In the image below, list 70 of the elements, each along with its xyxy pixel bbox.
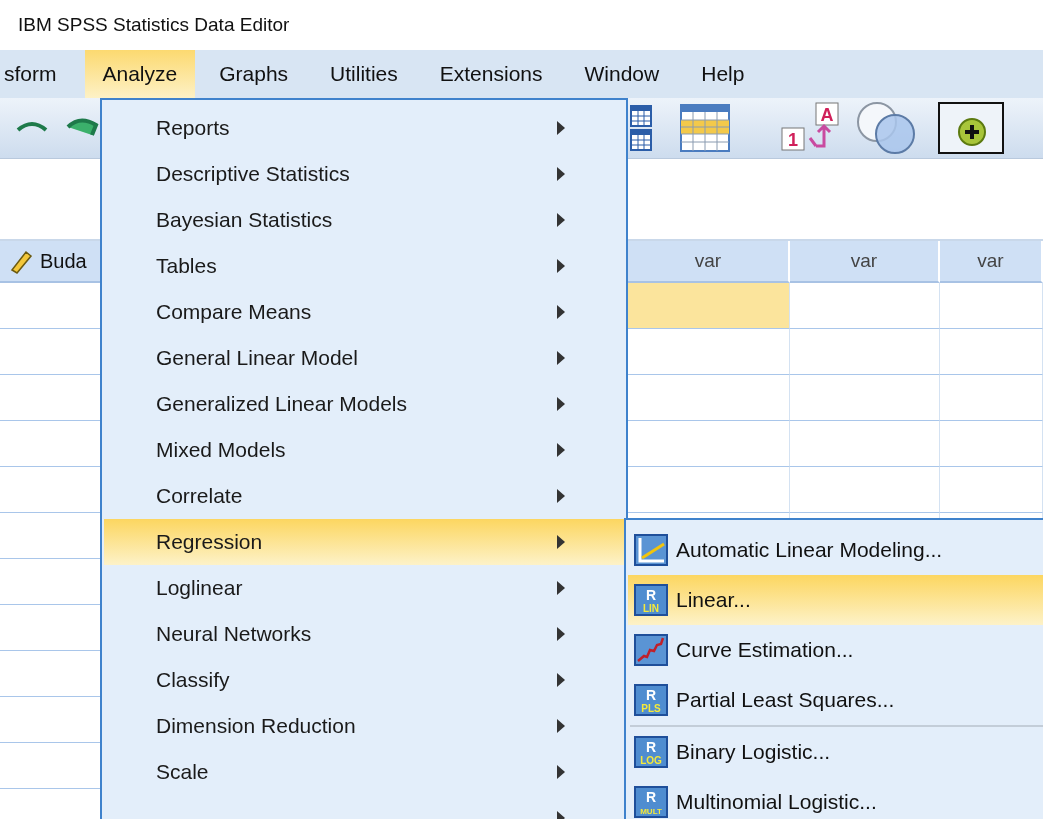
- grid-cell[interactable]: [940, 283, 1043, 329]
- menu-item[interactable]: sform: [0, 50, 75, 98]
- submenu-arrow-icon: [556, 580, 566, 596]
- menu-item[interactable]: Utilities: [312, 50, 416, 98]
- regression-icon: R MULT: [634, 786, 668, 818]
- ruler-icon: [8, 248, 34, 274]
- submenu-arrow-icon: [556, 442, 566, 458]
- submenu-arrow-icon: [556, 534, 566, 550]
- column-header[interactable]: var: [628, 241, 790, 283]
- column-header[interactable]: var: [940, 241, 1043, 283]
- menu-item[interactable]: Regression: [104, 519, 626, 565]
- chart-icon: [634, 534, 668, 566]
- menu-item[interactable]: Window: [566, 50, 678, 98]
- grid-cell[interactable]: [940, 467, 1043, 513]
- submenu-arrow-icon: [556, 258, 566, 274]
- menu-item[interactable]: Loglinear: [104, 565, 626, 611]
- submenu-arrow-icon: [556, 166, 566, 182]
- menu-item[interactable]: Curve Estimation...: [628, 625, 1043, 675]
- regression-icon: R PLS: [634, 684, 668, 716]
- menu-item[interactable]: Reports: [104, 105, 626, 151]
- submenu-arrow-icon: [556, 672, 566, 688]
- menu-item[interactable]: R LOG Binary Logistic...: [628, 727, 1043, 777]
- column-header[interactable]: var: [790, 241, 940, 283]
- submenu-arrow-icon: [556, 488, 566, 504]
- menu-item[interactable]: Analyze: [84, 50, 196, 98]
- grid-cell[interactable]: [790, 421, 940, 467]
- menu-item[interactable]: Classify: [104, 657, 626, 703]
- submenu-arrow-icon: [556, 396, 566, 412]
- menu-item[interactable]: Automatic Linear Modeling...: [628, 525, 1043, 575]
- menu-item[interactable]: R MULT Multinomial Logistic...: [628, 777, 1043, 819]
- curve-chart-icon: [634, 634, 668, 666]
- grid-cell[interactable]: [940, 421, 1043, 467]
- menu-item[interactable]: Help: [683, 50, 763, 98]
- menu-item[interactable]: Graphs: [201, 50, 307, 98]
- menu-item[interactable]: Scale: [104, 749, 626, 795]
- grid-cell[interactable]: [940, 329, 1043, 375]
- submenu-arrow-icon: [556, 350, 566, 366]
- grid-cell[interactable]: [790, 467, 940, 513]
- submenu-arrow-icon: [556, 304, 566, 320]
- menu-item[interactable]: R PLS Partial Least Squares...: [628, 675, 1043, 725]
- grid-cell[interactable]: [940, 375, 1043, 421]
- grid-cell[interactable]: [790, 329, 940, 375]
- menu-item[interactable]: Generalized Linear Models: [104, 381, 626, 427]
- submenu-arrow-icon: [556, 718, 566, 734]
- grid-cell[interactable]: [790, 283, 940, 329]
- menu-item[interactable]: Descriptive Statistics: [104, 151, 626, 197]
- menu-item[interactable]: Dimension Reduction: [104, 703, 626, 749]
- regression-icon: R LIN: [634, 584, 668, 616]
- table-icon[interactable]: [630, 104, 652, 152]
- menu-item[interactable]: R LIN Linear...: [628, 575, 1043, 625]
- menu-item[interactable]: Tables: [104, 243, 626, 289]
- menu-item[interactable]: Correlate: [104, 473, 626, 519]
- menu-item[interactable]: Neural Networks: [104, 611, 626, 657]
- grid-cell[interactable]: [628, 283, 790, 329]
- add-button[interactable]: [938, 102, 1004, 154]
- menu-item[interactable]: General Linear Model: [104, 335, 626, 381]
- submenu-arrow-icon: [556, 212, 566, 228]
- circles-icon[interactable]: [855, 100, 917, 156]
- column-name: Buda: [40, 249, 87, 273]
- menu-item[interactable]: Extensions: [421, 50, 561, 98]
- submenu-arrow-icon: [556, 120, 566, 136]
- menu-item[interactable]: Mixed Models: [104, 427, 626, 473]
- regression-icon: R LOG: [634, 736, 668, 768]
- menu-item[interactable]: Bayesian Statistics: [104, 197, 626, 243]
- submenu-arrow-icon: [556, 764, 566, 780]
- grid-icon[interactable]: [680, 104, 730, 152]
- grid-cell[interactable]: [790, 375, 940, 421]
- window-title: IBM SPSS Statistics Data Editor: [17, 13, 291, 37]
- menu-item[interactable]: Compare Means: [104, 289, 626, 335]
- submenu-arrow-icon: [556, 626, 566, 642]
